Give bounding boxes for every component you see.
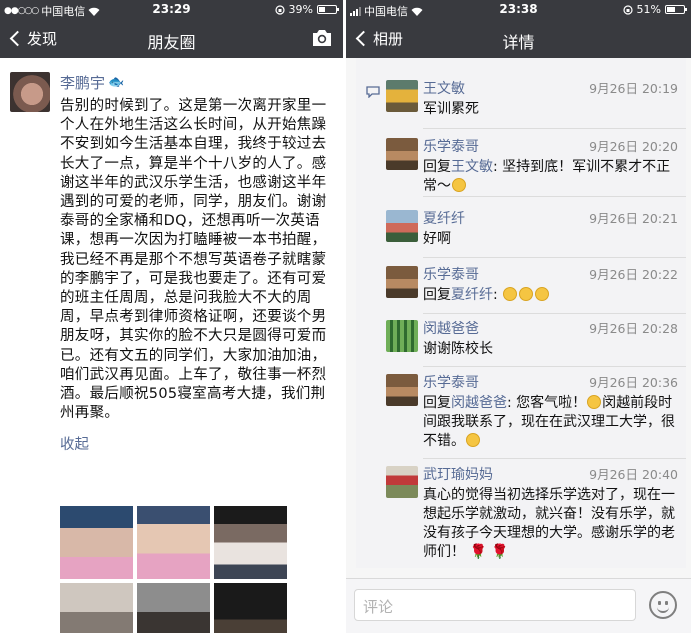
status-bar: 中国电信 23:38 51% [346, 0, 691, 20]
commenter-name[interactable]: 夏纤纤 [423, 210, 465, 228]
camera-icon[interactable] [311, 29, 333, 47]
photo-thumbnail[interactable] [60, 583, 133, 633]
comment-text: 谢谢陈校长 [423, 340, 678, 359]
author-name[interactable]: 李鹏宇 🐟 [60, 72, 332, 94]
comment-text-body: 军训累死 [423, 101, 479, 117]
battery-icon [317, 5, 339, 14]
avatar[interactable] [10, 72, 50, 112]
commenter-name[interactable]: 乐学泰哥 [423, 374, 479, 392]
avatar[interactable] [386, 374, 418, 406]
battery-percent: 51% [636, 3, 661, 16]
comments-list: 王文敏 9月26日 20:19 军训累死 乐学泰哥 9月26日 20:20 回复… [356, 58, 686, 568]
post-content: 告别的时候到了。这是第一次离开家里一个人在外地生活这么长时间，从开始焦躁不安到如… [60, 98, 327, 422]
smile-emoji [535, 287, 550, 301]
comment-bubble-icon [366, 86, 380, 98]
divider [423, 458, 686, 459]
comment-text: 好啊 [423, 230, 678, 249]
comment-time: 9月26日 20:19 [589, 81, 678, 96]
comment-text-body: 谢谢陈校长 [423, 341, 493, 357]
fish-emoji: 🐟 [108, 75, 125, 90]
comment-text-body: : 您客气啦！ [507, 395, 587, 411]
back-button[interactable]: 相册 [352, 28, 403, 49]
reply-target[interactable]: 闵越爸爸 [451, 395, 507, 411]
commenter-name[interactable]: 武玎瑜妈妈 [423, 466, 493, 484]
chevron-left-icon [355, 30, 372, 47]
commenter-name[interactable]: 闵越爸爸 [423, 320, 479, 338]
status-bar: ●●○○○ 中国电信 23:29 39% [0, 0, 343, 20]
comment-text-body: 好啊 [423, 231, 451, 247]
photo-thumbnail[interactable] [137, 583, 210, 633]
nav-bar: 发现 朋友圈 [0, 20, 343, 58]
nav-bar: 相册 详情 [346, 20, 691, 58]
comment-time: 9月26日 20:28 [589, 321, 678, 336]
orientation-lock-icon [622, 4, 633, 15]
divider [423, 313, 686, 314]
avatar[interactable] [386, 466, 418, 498]
avatar[interactable] [386, 210, 418, 242]
reply-prefix: 回复 [423, 287, 451, 303]
comment-text: 真心的觉得当初选择乐学选对了，现在一想起乐学就激动，就兴奋！没有乐学，就没有孩子… [423, 486, 678, 562]
smile-emoji [587, 395, 602, 409]
comment-time: 9月26日 20:20 [589, 139, 678, 154]
divider [423, 196, 686, 197]
comment-text-body: 真心的觉得当初选择乐学选对了，现在一想起乐学就激动，就兴奋！没有乐学，就没有孩子… [423, 487, 675, 560]
photo-thumbnail[interactable] [60, 506, 133, 579]
moments-screen: ●●○○○ 中国电信 23:29 39% 发现 朋友圈 李鹏宇 🐟 告别的时候到… [0, 0, 343, 633]
comment-time: 9月26日 20:40 [589, 467, 678, 482]
comment-text: 回复闵越爸爸: 您客气啦！ 闵越前段时间跟我联系了，现在在武汉理工大学，很不错。 [423, 394, 678, 451]
reply-target[interactable]: 王文敏 [451, 159, 493, 175]
avatar[interactable] [386, 320, 418, 352]
comment-text-body: : [493, 287, 503, 303]
battery-level [667, 7, 676, 12]
reply-target[interactable]: 夏纤纤 [451, 287, 493, 303]
rose-emoji: 🌹 [469, 544, 487, 560]
reply-prefix: 回复 [423, 395, 451, 411]
smile-emoji [519, 287, 534, 301]
battery-icon [665, 5, 687, 14]
commenter-name[interactable]: 乐学泰哥 [423, 138, 479, 156]
battery-percent: 39% [288, 3, 313, 16]
photo-thumbnail[interactable] [214, 583, 287, 633]
emoji-button-icon[interactable] [649, 591, 677, 619]
smile-emoji [466, 433, 480, 447]
comment-time: 9月26日 20:22 [589, 267, 678, 282]
photo-thumbnail[interactable] [214, 506, 287, 579]
commenter-name[interactable]: 乐学泰哥 [423, 266, 479, 284]
chevron-left-icon [9, 30, 26, 47]
comment-text: 军训累死 [423, 100, 678, 119]
divider [423, 257, 686, 258]
author-label: 李鹏宇 [60, 74, 106, 92]
commenter-name[interactable]: 王文敏 [423, 80, 465, 98]
collapse-link[interactable]: 收起 [60, 433, 332, 453]
smile-emoji [503, 287, 518, 301]
divider [423, 366, 686, 367]
avatar[interactable] [386, 138, 418, 170]
back-button[interactable]: 发现 [6, 28, 57, 49]
comment-input-bar: 评论 [346, 578, 691, 633]
back-label: 相册 [373, 30, 404, 48]
reply-prefix: 回复 [423, 159, 451, 175]
comment-time: 9月26日 20:36 [589, 375, 678, 390]
orientation-lock-icon [274, 4, 285, 15]
comment-text: 回复夏纤纤: [423, 286, 678, 305]
comment-text: 回复王文敏: 坚持到底！军训不累才不正常～ [423, 158, 678, 196]
avatar[interactable] [386, 80, 418, 112]
battery-level [319, 7, 326, 12]
comment-input[interactable]: 评论 [354, 589, 636, 621]
smile-emoji [452, 178, 466, 192]
back-label: 发现 [27, 30, 58, 48]
avatar[interactable] [386, 266, 418, 298]
detail-screen: 中国电信 23:38 51% 相册 详情 王文敏 9月26日 20:19 军训累… [346, 0, 691, 633]
rose-emoji: 🌹 [491, 544, 509, 560]
photo-thumbnail[interactable] [137, 506, 210, 579]
divider [423, 128, 686, 129]
comment-time: 9月26日 20:21 [589, 211, 678, 226]
